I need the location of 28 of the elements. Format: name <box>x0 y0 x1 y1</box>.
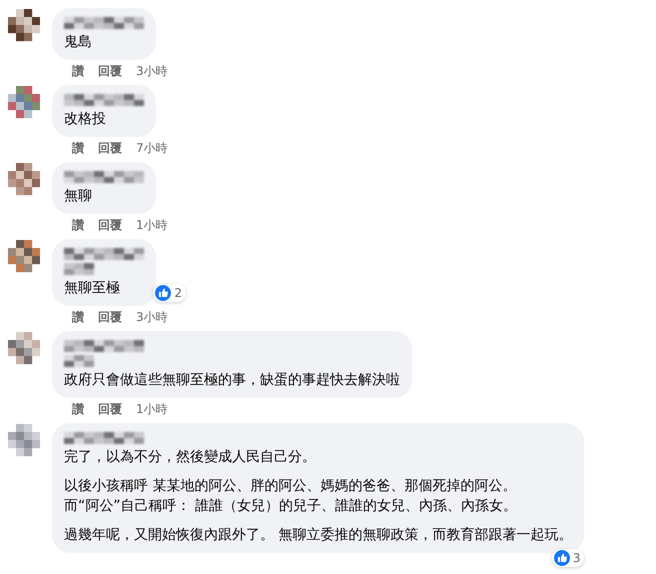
reaction-count: 3 <box>572 551 580 565</box>
action-link[interactable]: 回覆 <box>98 399 122 419</box>
action-link[interactable]: 讚 <box>72 399 84 419</box>
action-link[interactable]: 回覆 <box>98 215 122 235</box>
comment-text: 而“阿公”自己稱呼： 誰誰（女兒）的兒子、誰誰的女兒、內孫、內孫女。 <box>64 497 518 516</box>
comment-text: 改格投 <box>64 110 107 129</box>
action-link[interactable]: 回覆 <box>98 61 122 81</box>
action-link[interactable]: 讚 <box>72 307 84 327</box>
comment-text: 過幾年呢，又開始恢復內跟外了。 無聊立委推的無聊政策，而教育部跟著一起玩。 <box>64 526 572 545</box>
comment-text: 政府只會做這些無聊至極的事，缺蛋的事趕快去解決啦 <box>64 371 400 390</box>
action-link[interactable]: 讚 <box>72 215 84 235</box>
action-link[interactable]: 回覆 <box>98 307 122 327</box>
action-link[interactable]: 讚 <box>72 61 84 81</box>
comment-text: 以後小孩稱呼 某某地的阿公、胖的阿公、媽媽的爸爸、那個死掉的阿公。 <box>64 477 518 496</box>
comment-text: 無聊 <box>64 187 93 206</box>
timestamp[interactable]: 3小時 <box>136 307 168 327</box>
reaction-count: 2 <box>174 286 182 300</box>
blurred-name <box>64 355 94 367</box>
comment-text: 無聊至極 <box>64 279 121 298</box>
blurred-name <box>64 263 94 275</box>
action-link[interactable]: 讚 <box>72 138 84 158</box>
timestamp[interactable]: 7小時 <box>136 138 168 158</box>
action-link[interactable]: 回覆 <box>98 138 122 158</box>
timestamp[interactable]: 3小時 <box>136 61 168 81</box>
comment-text: 完了，以為不分，然後變成人民自己分。 <box>64 448 317 467</box>
comment-text: 鬼島 <box>64 33 93 52</box>
timestamp[interactable]: 1小時 <box>136 215 168 235</box>
timestamp[interactable]: 1小時 <box>136 399 168 419</box>
